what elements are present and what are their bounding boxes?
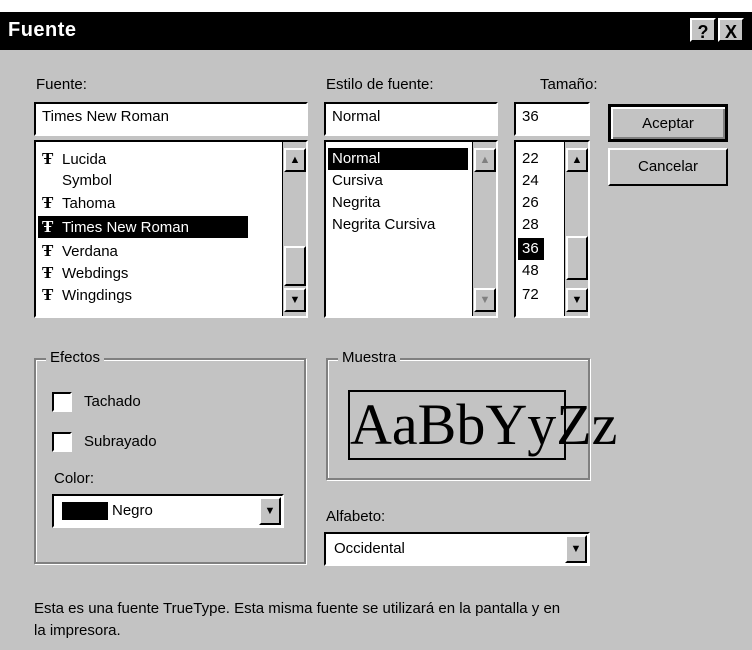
scroll-thumb[interactable] <box>284 246 306 286</box>
list-item[interactable]: 72 <box>518 284 560 306</box>
sample-label: Muestra <box>338 349 401 366</box>
script-label: Alfabeto: <box>326 508 386 525</box>
list-item[interactable]: Symbol <box>38 170 282 192</box>
accept-button[interactable]: Aceptar <box>608 104 728 142</box>
style-label: Estilo de fuente: <box>326 76 434 93</box>
list-item[interactable]: Ŧ Webdings <box>38 262 282 284</box>
font-label: Fuente: <box>36 76 87 93</box>
strikeout-checkbox[interactable] <box>52 392 72 412</box>
underline-label: Subrayado <box>84 433 157 450</box>
color-select[interactable]: Negro ▼ <box>52 494 284 528</box>
list-item[interactable]: Ŧ Tahoma <box>38 192 282 214</box>
list-item-selected[interactable]: Ŧ Times New Roman <box>38 216 248 238</box>
effects-group: Efectos <box>34 349 306 564</box>
script-value: Occidental <box>334 540 405 557</box>
truetype-icon: Ŧ <box>42 285 54 304</box>
effects-label: Efectos <box>46 349 105 366</box>
list-item-selected[interactable]: 36 <box>518 238 544 260</box>
scroll-up-icon[interactable]: ▲ <box>474 148 496 172</box>
list-item[interactable]: Ŧ Lucida <box>38 148 282 170</box>
truetype-icon: Ŧ <box>42 149 54 168</box>
title-bar: Fuente ? X <box>0 12 752 50</box>
list-item[interactable]: Negrita <box>328 192 472 214</box>
color-swatch <box>62 502 108 520</box>
font-description: Esta es una fuente TrueType. Esta misma … <box>34 600 561 639</box>
list-item[interactable]: Negrita Cursiva <box>328 214 472 236</box>
color-label: Color: <box>54 470 95 487</box>
truetype-icon: Ŧ <box>42 217 54 236</box>
font-scrollbar[interactable]: ▲ ▼ <box>282 142 306 316</box>
close-button[interactable]: X <box>718 18 744 42</box>
help-button[interactable]: ? <box>690 18 716 42</box>
style-input[interactable]: Normal <box>324 102 498 136</box>
list-item[interactable]: Cursiva <box>328 170 472 192</box>
list-item-selected[interactable]: Normal <box>328 148 468 170</box>
list-item[interactable]: Ŧ Verdana <box>38 240 282 262</box>
size-label: Tamaño: <box>540 76 598 93</box>
scroll-down-icon[interactable]: ▼ <box>474 288 496 312</box>
cancel-button[interactable]: Cancelar <box>608 148 728 186</box>
color-value: Negro <box>112 502 153 519</box>
size-scrollbar[interactable]: ▲ ▼ <box>564 142 588 316</box>
style-scrollbar[interactable]: ▲ ▼ <box>472 142 496 316</box>
list-item[interactable]: 22 <box>518 148 560 170</box>
scroll-down-icon[interactable]: ▼ <box>284 288 306 312</box>
scroll-down-icon[interactable]: ▼ <box>566 288 588 312</box>
size-list[interactable]: 22 24 26 28 36 48 72 ▲ ▼ <box>514 140 590 318</box>
sample-preview: AaBbYyZz <box>348 390 617 460</box>
list-item[interactable]: 26 <box>518 192 560 214</box>
list-item[interactable]: 28 <box>518 214 560 236</box>
list-item[interactable]: Ŧ Wingdings <box>38 284 282 306</box>
underline-checkbox[interactable] <box>52 432 72 452</box>
strikeout-label: Tachado <box>84 393 141 410</box>
chevron-down-icon[interactable]: ▼ <box>565 535 587 563</box>
size-input[interactable]: 36 <box>514 102 590 136</box>
font-list[interactable]: Ŧ Lucida Symbol Ŧ Tahoma Ŧ Times New Roman … <box>34 140 308 318</box>
script-select[interactable]: Occidental ▼ <box>324 532 590 566</box>
scroll-up-icon[interactable]: ▲ <box>566 148 588 172</box>
scroll-up-icon[interactable]: ▲ <box>284 148 306 172</box>
list-item[interactable]: 24 <box>518 170 560 192</box>
chevron-down-icon[interactable]: ▼ <box>259 497 281 525</box>
truetype-icon: Ŧ <box>42 263 54 282</box>
truetype-icon: Ŧ <box>42 193 54 212</box>
list-item[interactable]: 48 <box>518 260 560 282</box>
window-title: Fuente <box>8 19 77 41</box>
truetype-icon: Ŧ <box>42 241 54 260</box>
style-list[interactable]: Normal Cursiva Negrita Negrita Cursiva ▲… <box>324 140 498 318</box>
font-input[interactable]: Times New Roman <box>34 102 308 136</box>
scroll-thumb[interactable] <box>566 236 588 280</box>
sample-text: AaBbYyZz <box>350 392 618 457</box>
